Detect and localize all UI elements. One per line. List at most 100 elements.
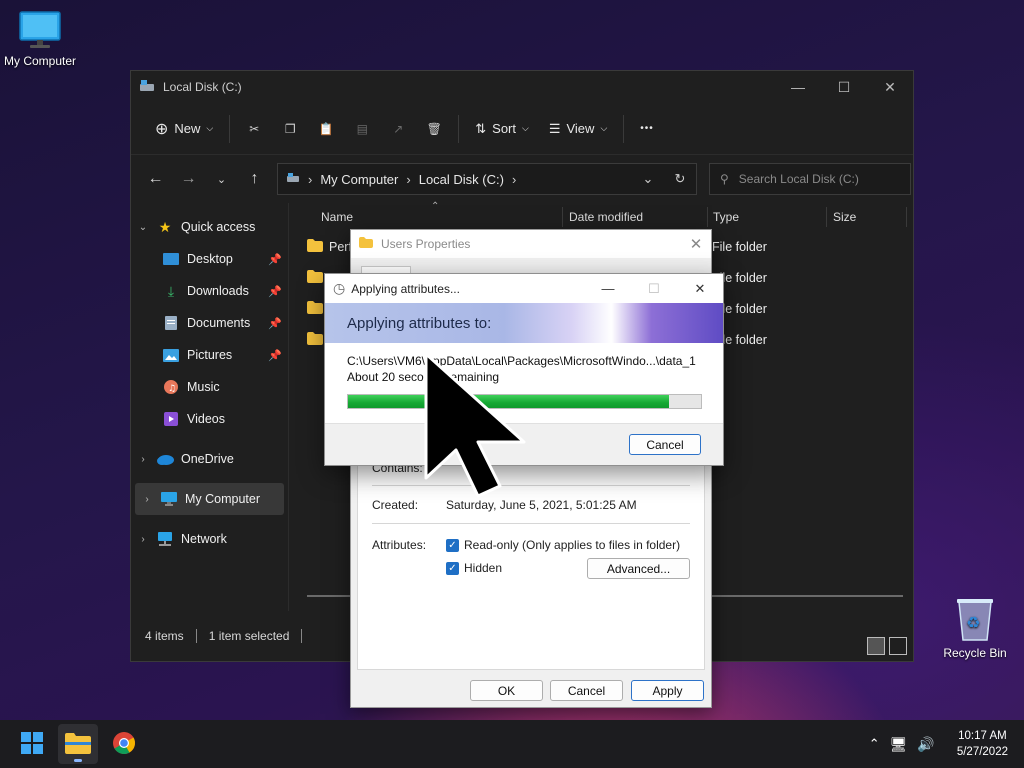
- sidebar-item-my-computer[interactable]: › My Computer: [135, 483, 284, 515]
- breadcrumb-my-computer[interactable]: My Computer: [320, 172, 398, 187]
- desktop-icon-my-computer[interactable]: My Computer: [0, 10, 80, 68]
- new-button[interactable]: ⊕ New ⌵: [145, 112, 223, 146]
- clock[interactable]: 10:17 AM 5/27/2022: [957, 728, 1008, 760]
- back-arrow-icon[interactable]: ←: [139, 164, 172, 194]
- sidebar-item-label: Quick access: [181, 220, 256, 234]
- desktop-icon-label: Recycle Bin: [943, 646, 1007, 660]
- progress-bar: [347, 394, 702, 409]
- volume-icon[interactable]: 🔊: [917, 736, 934, 753]
- monitor-icon: [159, 491, 179, 507]
- sidebar-item-onedrive[interactable]: › OneDrive: [131, 443, 288, 475]
- forward-arrow-icon[interactable]: →: [172, 164, 205, 194]
- sort-button[interactable]: ⇅ Sort ⌵: [465, 112, 539, 146]
- pin-icon: 📌: [268, 253, 282, 266]
- column-header-name[interactable]: Name: [321, 210, 353, 224]
- cut-icon[interactable]: ✂: [236, 112, 272, 146]
- share-icon[interactable]: ↗: [380, 112, 416, 146]
- title-bar[interactable]: Local Disk (C:) — ☐ ✕: [131, 71, 913, 103]
- advanced-button[interactable]: Advanced...: [587, 558, 690, 579]
- column-header-date-modified[interactable]: Date modified: [569, 210, 643, 224]
- drive-icon: [139, 79, 155, 96]
- dialog-title-bar[interactable]: ◷ Applying attributes... — ☐ ✕: [325, 274, 723, 303]
- chevron-right-icon[interactable]: ›: [131, 534, 155, 545]
- svg-text:♫: ♫: [168, 384, 176, 394]
- sidebar-item-music[interactable]: ♫ Music: [131, 371, 288, 403]
- minimize-button[interactable]: —: [775, 71, 821, 103]
- cancel-button[interactable]: Cancel: [550, 680, 623, 701]
- dialog-title-bar[interactable]: Users Properties ✕: [351, 230, 711, 258]
- more-options-button[interactable]: •••: [630, 112, 664, 146]
- sidebar-item-label: Downloads: [187, 284, 249, 298]
- refresh-icon[interactable]: ↻: [664, 171, 696, 187]
- toolbar-divider: [623, 114, 625, 143]
- sidebar-item-quick-access[interactable]: ⌄ ★ Quick access: [131, 211, 288, 243]
- close-button[interactable]: ✕: [681, 235, 711, 253]
- apply-button[interactable]: Apply: [631, 680, 704, 701]
- more-icon: •••: [640, 123, 654, 134]
- desktop-icon-label: My Computer: [3, 54, 77, 68]
- chevron-down-icon: ⌵: [600, 123, 608, 133]
- delete-icon[interactable]: 🗑: [416, 112, 452, 146]
- chevron-up-icon[interactable]: ⌃: [869, 736, 880, 752]
- minimize-button[interactable]: —: [585, 281, 631, 297]
- paste-icon[interactable]: 📋: [308, 112, 344, 146]
- address-bar[interactable]: › My Computer › Local Disk (C:) › ⌄ ↻: [277, 163, 697, 195]
- chevron-down-icon: ⌵: [522, 123, 529, 133]
- system-tray: ⌃ 🖥 🔊 10:17 AM 5/27/2022: [869, 728, 1024, 760]
- sidebar-item-label: My Computer: [185, 492, 261, 506]
- view-button[interactable]: ☰ View ⌵: [539, 112, 617, 146]
- address-dropdown-icon[interactable]: ⌄: [632, 171, 664, 187]
- close-button[interactable]: ✕: [867, 71, 913, 103]
- sidebar-item-desktop[interactable]: Desktop 📌: [131, 243, 288, 275]
- pin-icon: 📌: [268, 285, 282, 298]
- tiles-view-icon[interactable]: [889, 637, 907, 655]
- breadcrumb-local-disk[interactable]: Local Disk (C:): [419, 172, 504, 187]
- chevron-right-icon[interactable]: ›: [131, 454, 155, 465]
- toolbar-divider: [229, 114, 231, 143]
- cancel-button[interactable]: Cancel: [629, 434, 701, 455]
- recycle-bin-icon: ♻: [955, 596, 995, 642]
- checkbox-checked-icon: ✓: [446, 538, 459, 552]
- taskbar: ⌃ 🖥 🔊 10:17 AM 5/27/2022: [0, 720, 1024, 768]
- network-icon[interactable]: 🖥: [890, 736, 908, 753]
- readonly-checkbox[interactable]: ✓ Read-only (Only applies to files in fo…: [446, 538, 680, 552]
- column-header-type[interactable]: Type: [713, 210, 739, 224]
- start-button[interactable]: [12, 724, 52, 764]
- desktop-folder-icon: [161, 251, 181, 267]
- maximize-button[interactable]: ☐: [821, 71, 867, 103]
- chevron-right-icon[interactable]: ›: [135, 494, 159, 505]
- sidebar-item-pictures[interactable]: Pictures 📌: [131, 339, 288, 371]
- taskbar-file-explorer[interactable]: [58, 724, 98, 764]
- search-icon: ⚲: [720, 172, 729, 186]
- breadcrumb-chevron-icon[interactable]: ›: [406, 172, 410, 187]
- ok-button[interactable]: OK: [470, 680, 543, 701]
- created-value: Saturday, June 5, 2021, 5:01:25 AM: [446, 498, 637, 512]
- file-type: File folder: [712, 240, 767, 254]
- chevron-down-icon[interactable]: ⌄: [131, 222, 155, 233]
- breadcrumb-chevron-icon[interactable]: ›: [512, 172, 516, 187]
- sidebar-item-network[interactable]: › Network: [131, 523, 288, 555]
- taskbar-chrome[interactable]: [104, 724, 144, 764]
- details-view-icon[interactable]: [867, 637, 885, 655]
- copy-icon[interactable]: ❐: [272, 112, 308, 146]
- close-button[interactable]: ✕: [677, 281, 723, 297]
- desktop-icon-recycle-bin[interactable]: ♻ Recycle Bin: [938, 596, 1012, 660]
- view-icon: ☰: [548, 120, 561, 136]
- current-path: C:\Users\VM6\AppData\Local\Packages\Micr…: [347, 354, 696, 368]
- search-box[interactable]: ⚲ Search Local Disk (C:): [709, 163, 911, 195]
- attributes-label: Attributes:: [372, 538, 427, 552]
- sidebar-item-downloads[interactable]: ⤓ Downloads 📌: [131, 275, 288, 307]
- sidebar-item-videos[interactable]: Videos: [131, 403, 288, 435]
- windows-logo-icon: [21, 731, 43, 757]
- hidden-checkbox[interactable]: ✓ Hidden: [446, 561, 502, 575]
- column-header-size[interactable]: Size: [833, 210, 856, 224]
- clock-time: 10:17 AM: [958, 730, 1007, 742]
- rename-icon[interactable]: ▤: [344, 112, 380, 146]
- music-icon: ♫: [161, 379, 181, 395]
- picture-icon: [161, 347, 181, 363]
- recent-locations-chevron-icon[interactable]: ⌄: [205, 164, 238, 194]
- sidebar-item-documents[interactable]: Documents 📌: [131, 307, 288, 339]
- up-arrow-icon[interactable]: ↑: [238, 164, 271, 194]
- dialog-title: Applying attributes...: [351, 281, 460, 296]
- breadcrumb-chevron-icon[interactable]: ›: [308, 172, 312, 187]
